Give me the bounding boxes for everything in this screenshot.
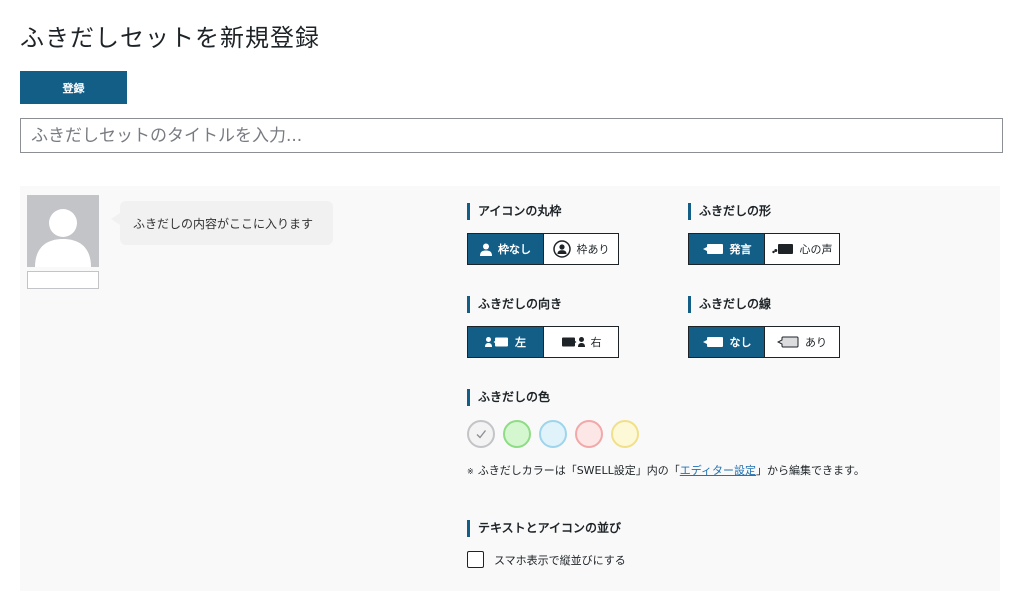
icon-border-toggle: 枠なし 枠あり [467,233,619,265]
speech-bubble-preview: ふきだしの内容がここに入ります [111,201,333,245]
bubble-direction-label: ふきだしの向き [467,296,562,313]
avatar-name-field[interactable] [27,271,99,289]
bubble-preview-text: ふきだしの内容がここに入ります [133,216,314,231]
bubble-shape-thought-option[interactable]: 心の声 [764,234,839,264]
bubble-line-icon [777,336,799,348]
bubble-shape-label: ふきだしの形 [688,203,771,220]
color-swatch-green[interactable] [503,420,531,448]
color-settings-note: ※ ふきだしカラーは「SWELL設定」内の「エディター設定」から編集できます。 [467,462,865,478]
vertical-layout-checkbox-label[interactable]: スマホ表示で縦並びにする [494,552,626,568]
color-swatch-default[interactable] [467,420,495,448]
settings-panel: ふきだしの内容がここに入ります アイコンの丸枠 枠なし 枠あり ふきだしの形 発… [20,186,1000,591]
icon-border-none-option[interactable]: 枠なし [468,234,543,264]
note-text-before: ふきだしカラーは「SWELL設定」内の「 [477,464,680,477]
avatar-placeholder[interactable] [27,195,99,267]
bubble-line-toggle: なし あり [688,326,840,358]
bubble-direction-right-option[interactable]: 右 [543,327,618,357]
bubble-color-label: ふきだしの色 [467,389,550,406]
page-title: ふきだしセットを新規登録 [20,24,320,52]
bubble-direction-left-option[interactable]: 左 [468,327,543,357]
vertical-layout-checkbox[interactable] [467,551,484,568]
check-icon [476,430,487,439]
set-title-input[interactable] [20,118,1003,153]
bubble-line-on-option[interactable]: あり [764,327,839,357]
note-mark: ※ [467,467,474,476]
direction-left-icon [485,337,508,347]
person-circle-icon [552,240,571,258]
icon-border-label: アイコンの丸枠 [467,203,561,220]
icon-border-on-option[interactable]: 枠あり [543,234,618,264]
color-swatch-red[interactable] [575,420,603,448]
bubble-line-none-option[interactable]: なし [689,327,764,357]
bubble-no-line-icon [702,337,723,347]
bubble-shape-toggle: 発言 心の声 [688,233,840,265]
register-button[interactable]: 登録 [20,71,127,104]
bubble-direction-toggle: 左 右 [467,326,619,358]
editor-settings-link[interactable]: エディター設定 [680,464,756,477]
vertical-layout-option: スマホ表示で縦並びにする [467,551,626,568]
thought-bubble-icon [771,244,793,254]
bubble-color-swatches [467,420,639,448]
color-swatch-yellow[interactable] [611,420,639,448]
person-icon [480,243,492,256]
person-silhouette-icon [35,209,91,267]
bubble-line-label: ふきだしの線 [688,296,771,313]
note-text-after: 」から編集できます。 [756,464,865,477]
bubble-shape-speech-option[interactable]: 発言 [689,234,764,264]
arrangement-label: テキストとアイコンの並び [467,520,621,537]
color-swatch-blue[interactable] [539,420,567,448]
speech-bubble-icon [702,244,723,254]
direction-right-icon [561,337,585,347]
